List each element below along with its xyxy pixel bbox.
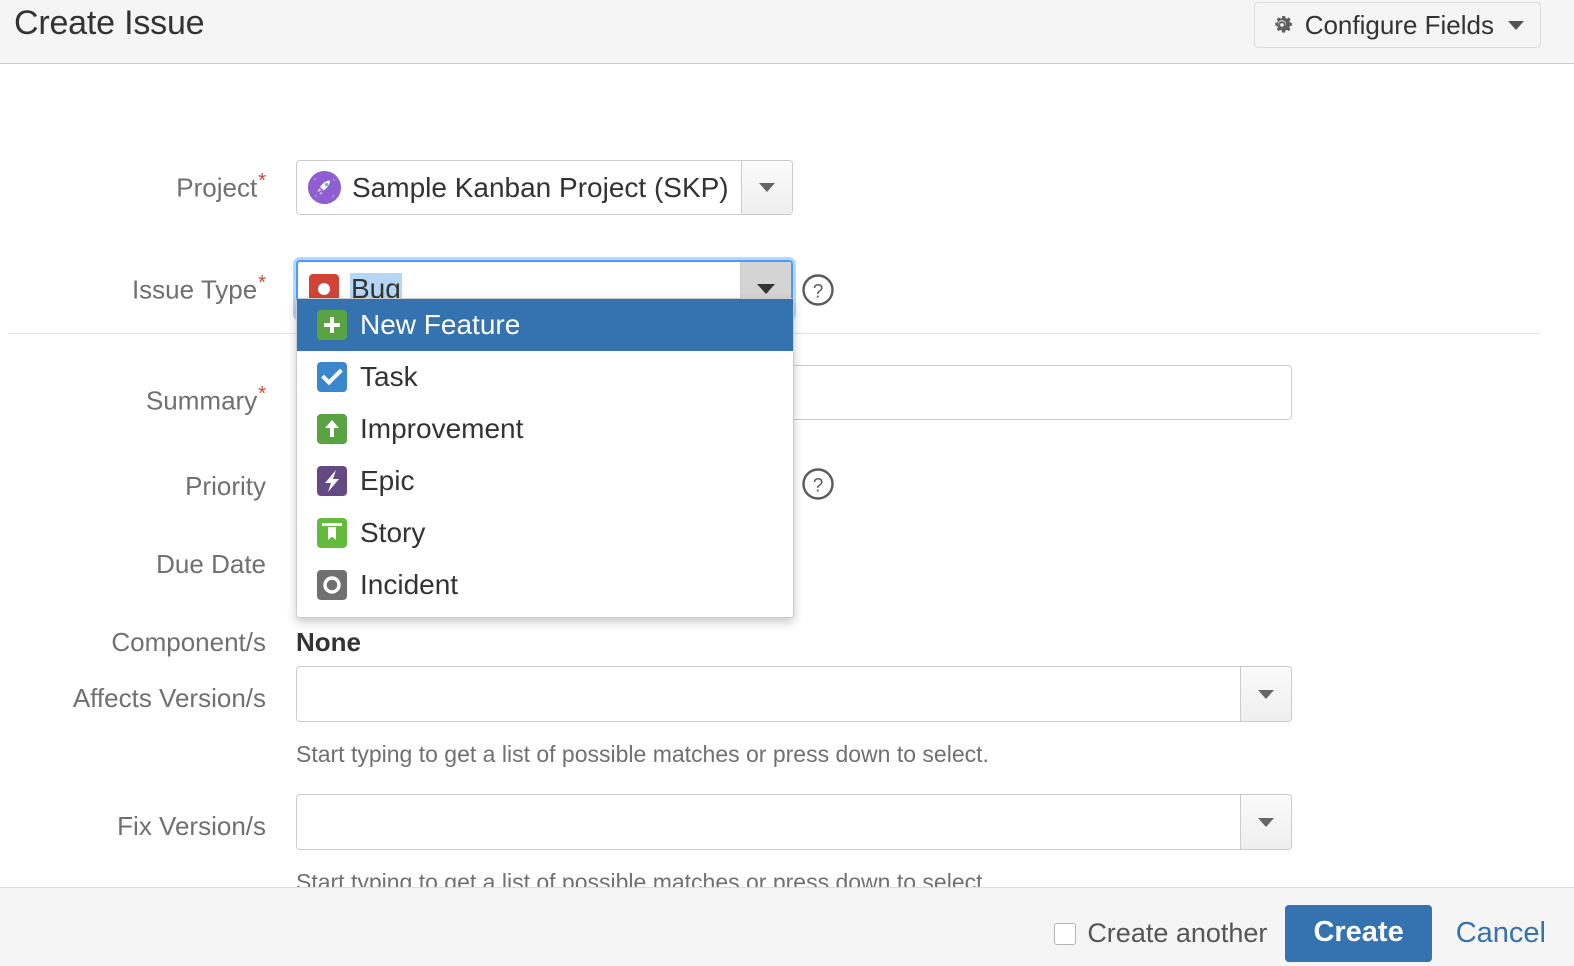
- affects-versions-dropdown-arrow[interactable]: [1240, 667, 1291, 721]
- issue-type-dropdown-list[interactable]: New Feature Task Improvement Epic Story …: [296, 298, 794, 618]
- issue-type-option-incident[interactable]: Incident: [297, 559, 793, 611]
- due-date-label: Due Date: [156, 549, 266, 579]
- bookmark-square-icon: [317, 518, 347, 548]
- issue-type-option-task[interactable]: Task: [297, 351, 793, 403]
- configure-fields-button[interactable]: Configure Fields: [1253, 2, 1541, 48]
- svg-text:?: ?: [813, 476, 824, 497]
- issue-type-option-epic[interactable]: Epic: [297, 455, 793, 507]
- components-value: None: [296, 627, 361, 657]
- project-dropdown-arrow[interactable]: [741, 161, 792, 214]
- affects-versions-select[interactable]: [296, 666, 1292, 722]
- affects-versions-hint: Start typing to get a list of possible m…: [296, 741, 989, 767]
- cancel-link[interactable]: Cancel: [1450, 917, 1546, 950]
- issue-type-option-label: Epic: [360, 465, 415, 496]
- svg-text:?: ?: [813, 282, 824, 303]
- configure-fields-label: Configure Fields: [1304, 9, 1494, 40]
- bolt-square-icon: [317, 466, 347, 496]
- create-another-checkbox[interactable]: Create another: [1054, 918, 1267, 949]
- arrow-up-square-icon: [317, 414, 347, 444]
- affects-versions-label: Affects Version/s: [72, 683, 266, 713]
- priority-label: Priority: [185, 471, 266, 501]
- chevron-down-icon: [1508, 20, 1524, 30]
- check-square-icon: [317, 362, 347, 392]
- plus-square-icon: [317, 310, 347, 340]
- issue-type-option-label: Improvement: [360, 413, 524, 444]
- summary-label: Summary*: [145, 383, 266, 416]
- page-title: Create Issue: [14, 4, 205, 42]
- chevron-down-icon: [757, 284, 775, 294]
- issue-type-option-label: Story: [360, 517, 426, 548]
- project-value-text: Sample Kanban Project (SKP): [352, 171, 729, 203]
- checkbox-box[interactable]: [1054, 922, 1077, 945]
- issue-type-help-icon[interactable]: ?: [801, 273, 835, 307]
- required-asterisk: *: [258, 272, 266, 294]
- fix-versions-hint: Start typing to get a list of possible m…: [296, 869, 989, 887]
- dialog-footer: Create another Create Cancel: [0, 887, 1574, 966]
- create-another-label: Create another: [1087, 918, 1268, 948]
- create-issue-form: Project* Sample Kanban Project (SKP) Iss…: [0, 64, 1574, 887]
- issue-type-option-label: Task: [360, 361, 418, 392]
- issue-type-label: Issue Type*: [131, 272, 266, 305]
- fix-versions-dropdown-arrow[interactable]: [1240, 795, 1291, 849]
- circle-square-icon: [317, 570, 347, 600]
- chevron-down-icon: [1258, 817, 1274, 827]
- project-label: Project*: [176, 170, 266, 203]
- fix-versions-select[interactable]: [296, 794, 1292, 850]
- chevron-down-icon: [759, 183, 775, 192]
- issue-type-option-label: New Feature: [360, 309, 521, 340]
- create-button[interactable]: Create: [1285, 905, 1432, 962]
- dialog-header: Create Issue Configure Fields: [0, 0, 1574, 64]
- project-select[interactable]: Sample Kanban Project (SKP): [296, 160, 793, 215]
- required-asterisk: *: [258, 170, 266, 192]
- components-label: Component/s: [111, 627, 266, 657]
- required-asterisk: *: [258, 383, 266, 405]
- issue-type-option-improvement[interactable]: Improvement: [297, 403, 793, 455]
- issue-type-option-new-feature[interactable]: New Feature: [297, 299, 793, 351]
- fix-versions-label: Fix Version/s: [117, 811, 266, 841]
- rocket-avatar-icon: [308, 171, 341, 204]
- priority-help-icon[interactable]: ?: [801, 467, 835, 501]
- chevron-down-icon: [1258, 689, 1274, 699]
- issue-type-option-story[interactable]: Story: [297, 507, 793, 559]
- gear-icon: [1269, 12, 1295, 38]
- issue-type-option-label: Incident: [360, 569, 459, 600]
- project-select-value: Sample Kanban Project (SKP): [297, 171, 741, 204]
